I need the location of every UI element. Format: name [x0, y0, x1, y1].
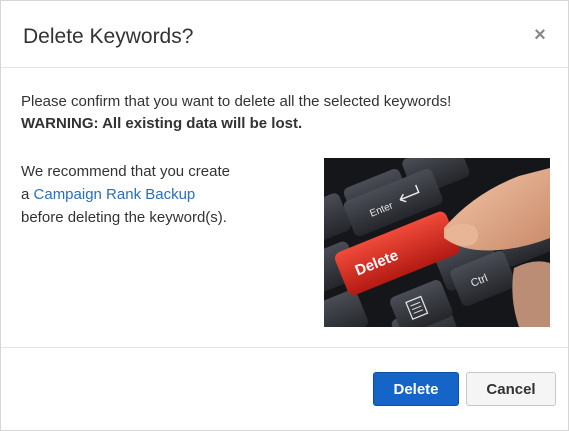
dialog-footer: Delete Cancel: [1, 348, 568, 430]
keyboard-delete-image: Enter Delete Ctrl: [324, 158, 550, 327]
recommend-line-1: We recommend that you create: [21, 163, 230, 180]
delete-button[interactable]: Delete: [373, 372, 459, 406]
confirm-text: Please confirm that you want to delete a…: [21, 93, 452, 110]
close-icon[interactable]: ×: [532, 25, 548, 45]
confirm-message: Please confirm that you want to delete a…: [21, 91, 551, 135]
dialog-header: Delete Keywords? ×: [1, 1, 568, 68]
recommend-prefix: a: [21, 186, 34, 203]
dialog-title: Delete Keywords?: [23, 25, 194, 48]
keyboard-illustration: Enter Delete Ctrl: [324, 158, 550, 327]
recommendation-text: We recommend that you create a Campaign …: [21, 160, 311, 229]
recommend-line-3: before deleting the keyword(s).: [21, 209, 227, 226]
dialog-body: Please confirm that you want to delete a…: [1, 68, 568, 348]
warning-text: WARNING: All existing data will be lost.: [21, 115, 303, 132]
campaign-rank-backup-link[interactable]: Campaign Rank Backup: [34, 186, 196, 203]
delete-keywords-dialog: Delete Keywords? × Please confirm that y…: [0, 0, 569, 431]
cancel-button[interactable]: Cancel: [466, 372, 556, 406]
